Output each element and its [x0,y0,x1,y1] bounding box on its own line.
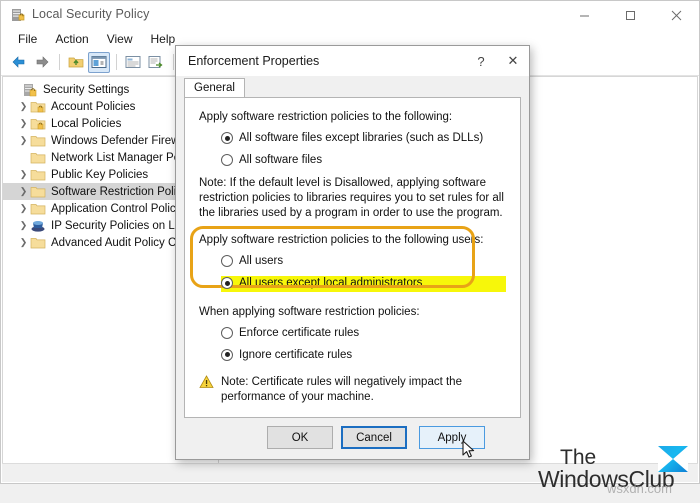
radio-indicator [221,277,233,290]
general-tab-page: Apply software restriction policies to t… [184,97,521,418]
folder-icon [30,185,47,199]
radio-label: All software files except libraries (suc… [239,132,484,145]
window-title-bar: Local Security Policy [1,1,699,29]
close-icon[interactable] [653,1,699,29]
enforcement-properties-dialog: Enforcement Properties ? ✕ General Apply… [175,45,530,460]
tree-item-label: Account Policies [51,100,136,113]
cancel-button[interactable]: Cancel [341,426,407,449]
chevron-right-icon[interactable]: ❯ [17,236,30,249]
dialog-button-row: OK Cancel Apply [176,418,529,459]
certificate-warning-text: Note: Certificate rules will negatively … [221,376,462,404]
dialog-tab-strip: General [184,78,521,98]
radio-indicator [221,255,233,268]
tree-item-label: Local Policies [51,117,122,130]
apply-button[interactable]: Apply [419,426,485,449]
close-icon[interactable]: ✕ [497,46,529,76]
dialog-title-bar: Enforcement Properties ? ✕ [176,46,529,76]
chevron-right-icon[interactable]: ❯ [17,134,30,147]
chevron-right-icon[interactable]: ❯ [17,202,30,215]
chevron-right-icon[interactable]: ❯ [17,185,30,198]
certificates-section-label: When applying software restriction polic… [199,305,420,318]
properties-icon[interactable] [122,52,144,73]
show-hide-console-tree-icon[interactable] [88,51,110,73]
folder-icon [30,134,47,148]
radio-all-files-except-libraries[interactable]: All software files except libraries (suc… [221,131,506,146]
files-section-note: Note: If the default level is Disallowed… [199,176,504,219]
radio-label: Ignore certificate rules [239,348,353,361]
radio-label: All users [239,255,284,268]
up-folder-icon[interactable] [65,52,87,73]
export-list-icon[interactable] [145,52,167,73]
menu-action[interactable]: Action [46,30,97,48]
radio-indicator [221,348,233,361]
radio-label: All software files [239,154,323,167]
ok-button[interactable]: OK [267,426,333,449]
toolbar-separator [173,54,174,70]
dialog-title: Enforcement Properties [188,54,320,68]
folder-icon [30,151,47,165]
chevron-right-icon[interactable]: ❯ [17,219,30,232]
back-icon[interactable] [8,52,30,73]
window-title: Local Security Policy [32,7,150,21]
help-question-icon[interactable]: ? [465,46,497,76]
folder-lock-icon [30,117,47,131]
dialog-body: General Apply software restriction polic… [176,76,529,459]
certificate-warning: Note: Certificate rules will negatively … [199,375,506,405]
windowsclub-diamond-logo [658,446,688,472]
radio-enforce-certificate-rules[interactable]: Enforce certificate rules [221,326,506,341]
chevron-right-icon[interactable]: ❯ [17,117,30,130]
folder-lock-icon [30,100,47,114]
toolbar-separator [116,54,117,70]
radio-all-software-files[interactable]: All software files [221,153,506,168]
forward-icon[interactable] [31,52,53,73]
users-section: Apply software restriction policies to t… [190,226,506,292]
folder-icon [30,168,47,182]
radio-label: All users except local administrators [239,277,423,290]
chevron-right-icon[interactable]: ❯ [17,168,30,181]
window-controls [561,1,699,29]
files-section-label: Apply software restriction policies to t… [199,111,453,123]
radio-ignore-certificate-rules[interactable]: Ignore certificate rules [221,348,506,363]
radio-label: Enforce certificate rules [239,326,360,339]
tab-general[interactable]: General [184,78,245,97]
security-settings-icon [22,83,39,97]
screenshot-root: Local Security Policy File Action View H… [0,0,700,503]
minimize-icon[interactable] [561,1,607,29]
general-tab-content: Apply software restriction policies to t… [185,98,520,405]
tree-item-label: Windows Defender Firewall [51,134,191,147]
source-tag: wsxdn.com [606,481,672,496]
radio-all-users-except-local-administrators[interactable]: All users except local administrators [221,276,506,292]
toolbar-separator [59,54,60,70]
radio-indicator [221,326,233,339]
chevron-right-icon[interactable]: ❯ [17,100,30,113]
folder-icon [30,202,47,216]
warning-triangle-icon [199,375,214,389]
maximize-icon[interactable] [607,1,653,29]
menu-file[interactable]: File [9,30,46,48]
folder-icon [30,236,47,250]
radio-indicator [221,132,233,145]
menu-view[interactable]: View [98,30,142,48]
users-section-label: Apply software restriction policies to t… [199,234,484,247]
tree-item-label: Application Control Policies [51,202,191,215]
security-policy-icon [10,7,26,23]
dialog-title-buttons: ? ✕ [465,46,529,76]
radio-indicator [221,154,233,167]
tree-item-label: Security Settings [43,83,130,96]
ip-security-icon [30,219,47,233]
radio-all-users[interactable]: All users [221,254,506,269]
tree-item-label: Public Key Policies [51,168,149,181]
